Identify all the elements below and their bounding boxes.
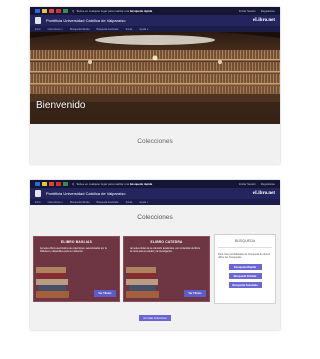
flag-icon[interactable] — [35, 182, 40, 186]
nav-item-temas[interactable]: Temas — [125, 201, 132, 204]
flag-icon[interactable] — [35, 9, 40, 13]
flag-icon[interactable] — [49, 182, 54, 186]
collection-card-catedra[interactable]: ELIBRO CATEDRA Acceda a títulos de la co… — [123, 236, 210, 302]
elibro-logo[interactable]: eLibro.net — [253, 18, 275, 23]
quick-search-button[interactable]: Búsqueda Rápida — [228, 264, 262, 271]
panel-text: Para más posibilidades de búsqueda de tí… — [218, 253, 271, 260]
screenshot-home-collections: Q Teclee en cualquier lugar para realiza… — [30, 180, 280, 330]
nav-item-inicio[interactable]: Inicio — [35, 28, 41, 31]
nav-item-busqueda-avanzada[interactable]: Búsqueda Avanzada — [96, 201, 118, 204]
login-link[interactable]: Iniciar Sesión — [239, 9, 256, 13]
login-link[interactable]: Iniciar Sesión — [239, 182, 256, 186]
register-link[interactable]: Registrarse — [261, 182, 275, 186]
card-description: Acceda a libros electrónicos de coleccio… — [40, 248, 107, 253]
university-crest-icon — [35, 17, 41, 24]
language-flags — [35, 9, 68, 13]
view-titles-button[interactable]: Ver Títulos — [94, 290, 116, 297]
quick-search-hint[interactable]: Teclee en cualquier lugar para realizar … — [76, 182, 152, 186]
flag-icon[interactable] — [56, 182, 61, 186]
hero-title: Bienvenido — [36, 100, 86, 111]
divider — [218, 247, 272, 248]
university-name: Pontificia Universidad Católica de Valpa… — [46, 191, 126, 196]
nav-item-busqueda-filtrada[interactable]: Búsqueda Filtrada — [70, 28, 89, 31]
nav-item-ayuda[interactable]: Ayuda ∨ — [139, 201, 148, 204]
search-icon[interactable]: Q — [72, 9, 74, 13]
flag-icon[interactable] — [42, 9, 47, 13]
brand-bar: Pontificia Universidad Católica de Valpa… — [30, 188, 280, 199]
all-collections-button[interactable]: Ver todas Colecciones — [139, 315, 171, 321]
top-bar: Q Teclee en cualquier lugar para realiza… — [30, 180, 280, 188]
nav-item-ayuda[interactable]: Ayuda ∨ — [139, 28, 148, 31]
university-crest-icon — [35, 190, 41, 197]
collections-heading: Colecciones — [137, 137, 173, 145]
quick-search-hint[interactable]: Teclee en cualquier lugar para realizar … — [76, 9, 152, 13]
flag-icon[interactable] — [42, 182, 47, 186]
university-name: Pontificia Universidad Católica de Valpa… — [46, 18, 126, 23]
language-flags — [35, 182, 68, 186]
nav-item-busqueda-filtrada[interactable]: Búsqueda Filtrada — [70, 201, 89, 204]
top-bar: Q Teclee en cualquier lugar para realiza… — [30, 7, 280, 15]
nav-item-colecciones[interactable]: Colecciones ∨ — [48, 201, 63, 204]
register-link[interactable]: Registrarse — [261, 9, 275, 13]
nav-item-busqueda-avanzada[interactable]: Búsqueda Avanzada — [96, 28, 118, 31]
search-panel: BÚSQUEDA Para más posibilidades de búsqu… — [214, 234, 276, 304]
card-title: ELIBRO CATEDRA — [150, 240, 183, 244]
card-description: Acceda a títulos de la colección académi… — [130, 248, 200, 253]
main-nav: Inicio Colecciones ∨ Búsqueda Filtrada B… — [30, 199, 280, 205]
brand-bar: Pontificia Universidad Católica de Valpa… — [30, 15, 280, 26]
card-title: ELIBRO BAGLIAS — [60, 240, 92, 244]
view-titles-button[interactable]: Ver Títulos — [184, 290, 206, 297]
flag-icon[interactable] — [63, 9, 68, 13]
screenshot-home-top: Q Teclee en cualquier lugar para realiza… — [30, 7, 280, 164]
elibro-logo[interactable]: eLibro.net — [253, 191, 275, 196]
collections-heading: Colecciones — [137, 214, 173, 221]
flag-icon[interactable] — [56, 9, 61, 13]
nav-item-temas[interactable]: Temas — [125, 28, 132, 31]
hero-banner: Bienvenido — [30, 32, 280, 124]
nav-item-inicio[interactable]: Inicio — [35, 201, 41, 204]
flag-icon[interactable] — [49, 9, 54, 13]
advanced-search-button[interactable]: Búsqueda Avanzada — [228, 282, 262, 289]
flag-icon[interactable] — [63, 182, 68, 186]
filtered-search-button[interactable]: Búsqueda Filtrada — [228, 273, 262, 280]
nav-item-colecciones[interactable]: Colecciones ∨ — [48, 28, 63, 31]
search-icon[interactable]: Q — [72, 182, 74, 186]
collection-card-baglias[interactable]: ELIBRO BAGLIAS Acceda a libros electróni… — [33, 236, 120, 302]
panel-title: BÚSQUEDA — [234, 239, 256, 243]
